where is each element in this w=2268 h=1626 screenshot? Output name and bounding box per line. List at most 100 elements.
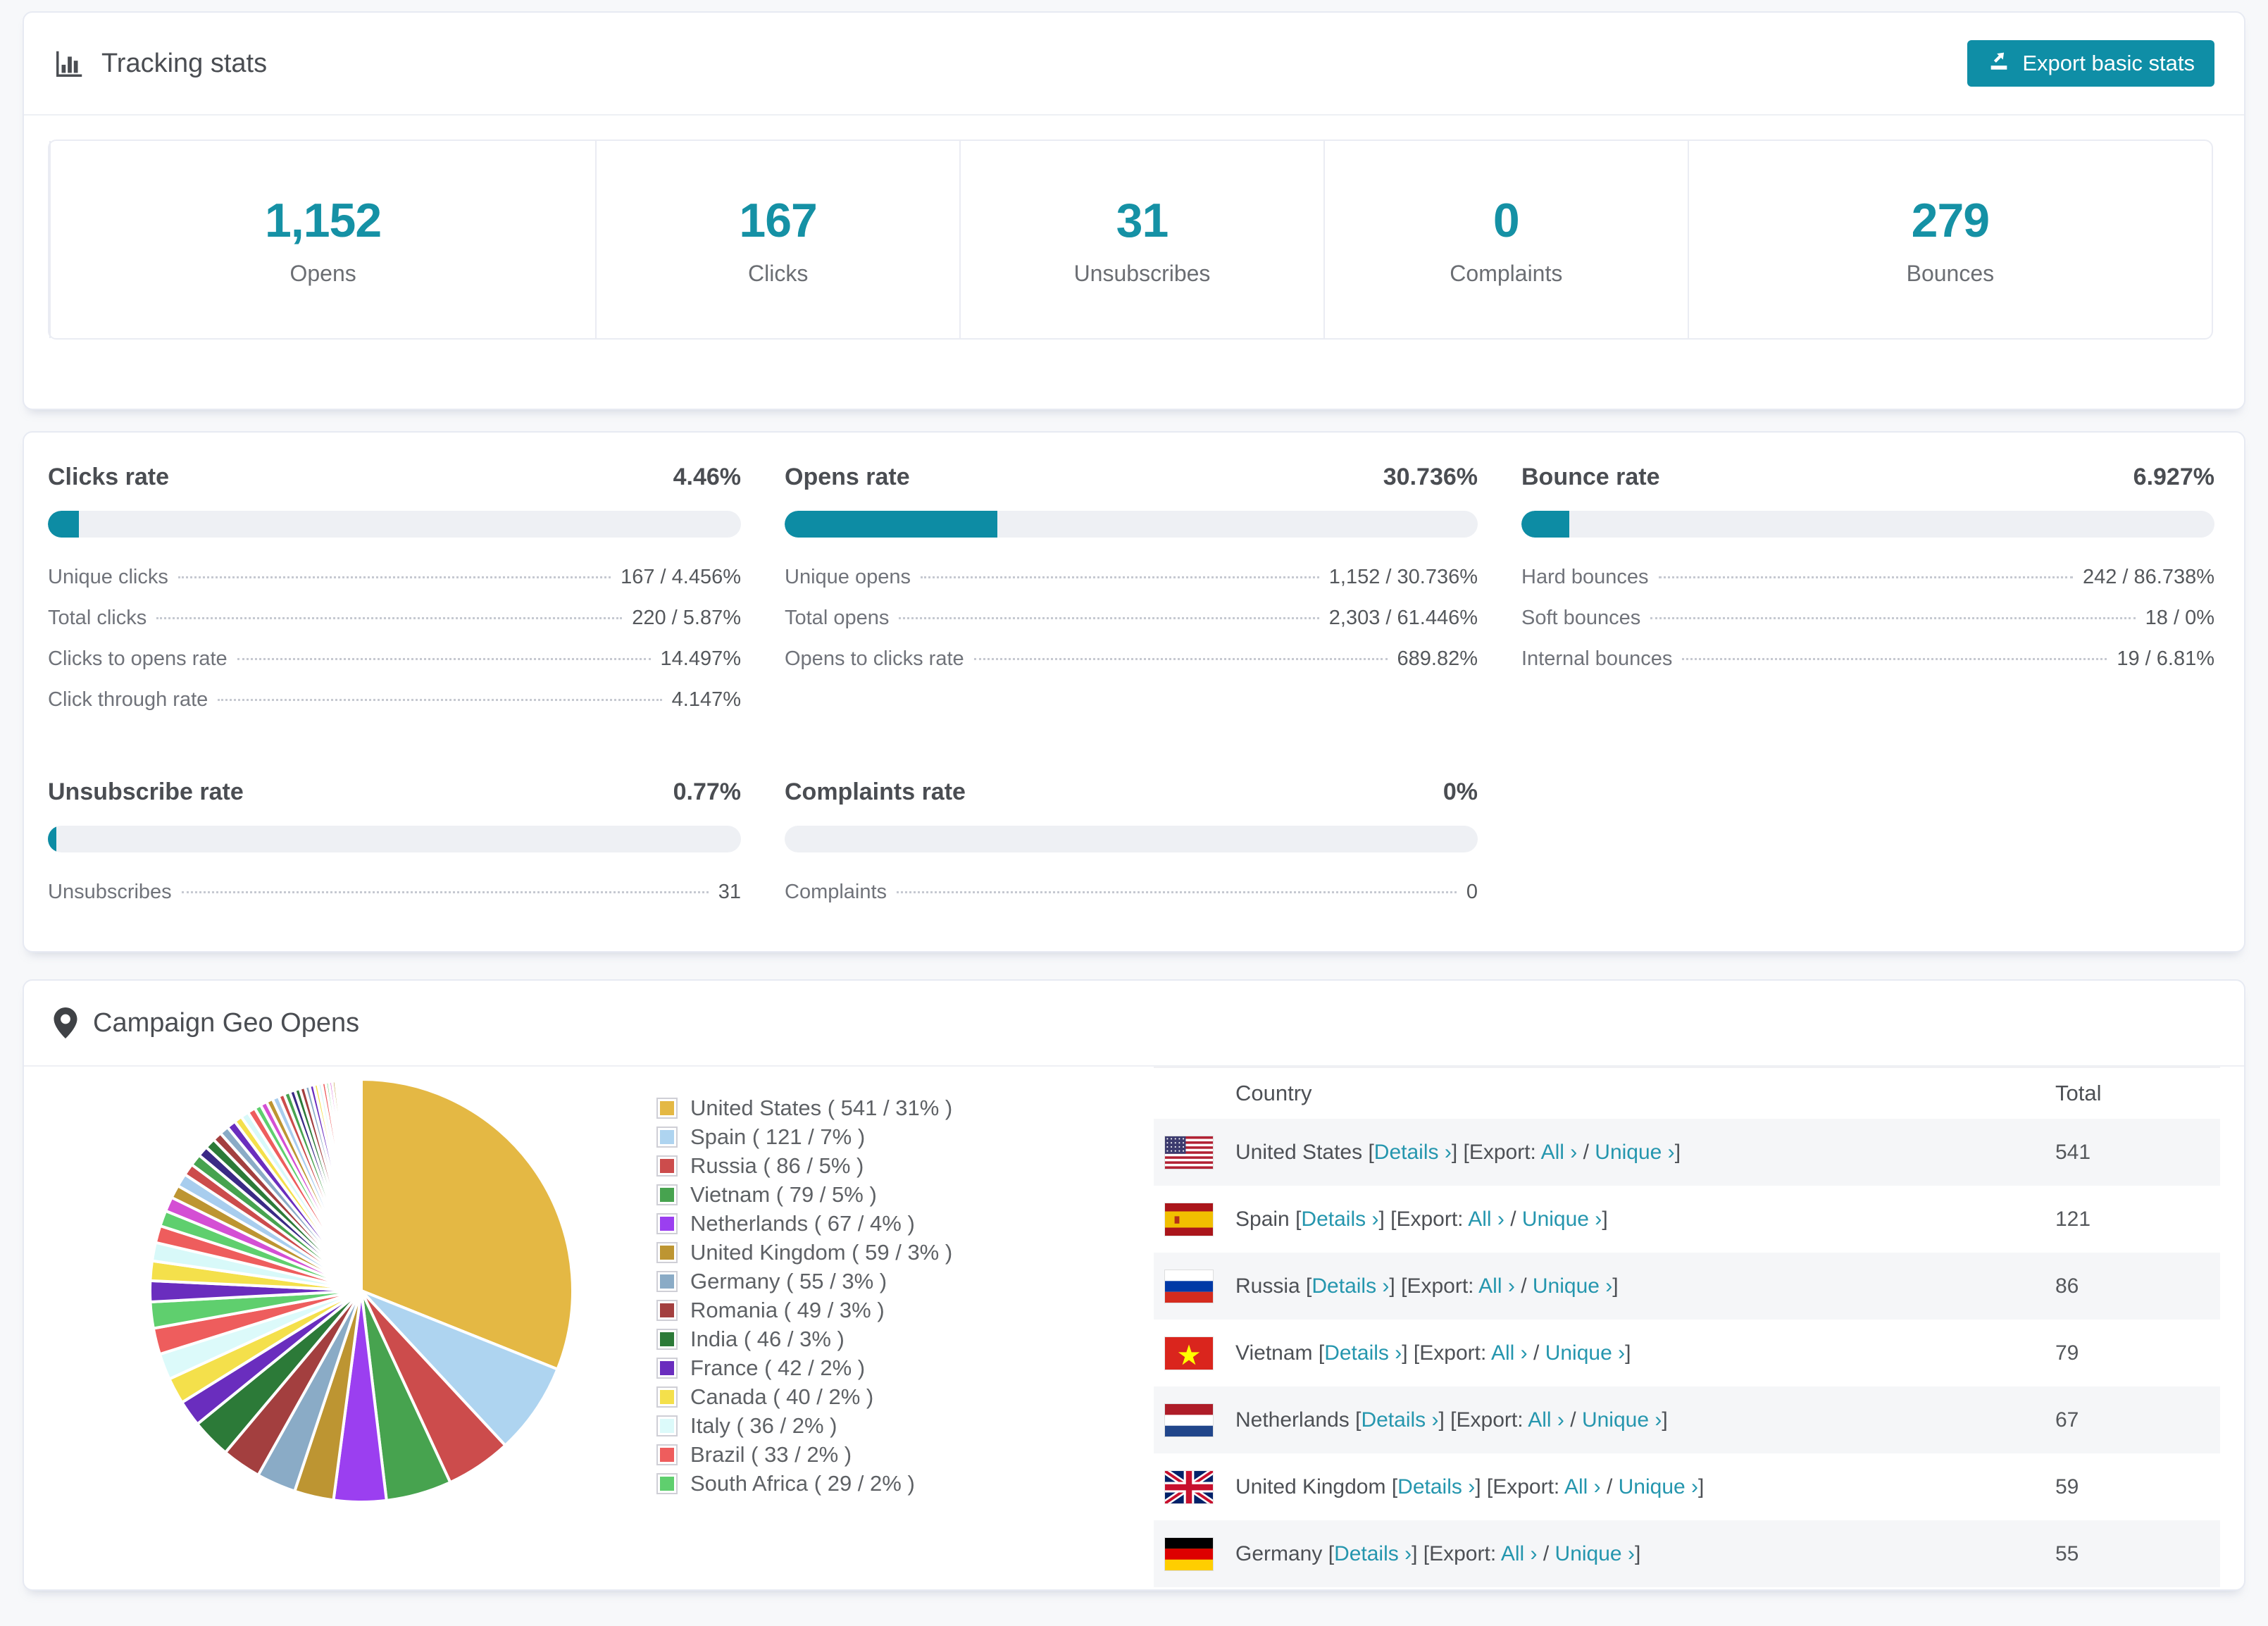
flag-es-icon xyxy=(1165,1203,1213,1236)
geo-header: Campaign Geo Opens xyxy=(24,981,2244,1067)
rate-detail-value: 242 / 86.738% xyxy=(2082,566,2214,588)
country-total: 55 xyxy=(2055,1541,2079,1565)
geo-opens-pie-chart[interactable] xyxy=(129,1058,594,1523)
legend-item[interactable]: United States ( 541 / 31% ) xyxy=(656,1093,952,1122)
stat-label: Clicks xyxy=(748,260,809,286)
legend-label: Spain ( 121 / 7% ) xyxy=(690,1124,866,1149)
details-link[interactable]: Details › xyxy=(1334,1542,1412,1565)
legend-item[interactable]: India ( 46 / 3% ) xyxy=(656,1324,952,1353)
legend-item[interactable]: South Africa ( 29 / 2% ) xyxy=(656,1469,952,1498)
legend-label: Vietnam ( 79 / 5% ) xyxy=(690,1181,877,1207)
dotted-leader xyxy=(920,576,1319,578)
rate-block: Opens rate 30.736% Unique opens 1,152 / … xyxy=(785,464,1478,729)
details-link[interactable]: Details › xyxy=(1361,1408,1438,1432)
export-all-link[interactable]: All › xyxy=(1468,1208,1504,1231)
rate-progress-bar xyxy=(785,826,1478,852)
rate-progress-bar xyxy=(48,511,741,538)
geo-content: United States ( 541 / 31% ) Spain ( 121 … xyxy=(24,1067,2244,1589)
stat-label: Opens xyxy=(289,260,356,286)
rate-detail-value: 18 / 0% xyxy=(2145,607,2214,629)
legend-item[interactable]: Netherlands ( 67 / 4% ) xyxy=(656,1209,952,1238)
details-link[interactable]: Details › xyxy=(1301,1208,1378,1231)
rate-block: Bounce rate 6.927% Hard bounces 242 / 86… xyxy=(1521,464,2214,729)
dotted-leader xyxy=(1682,658,2107,660)
column-header-total: Total xyxy=(2055,1081,2102,1105)
export-all-link[interactable]: All › xyxy=(1528,1408,1564,1432)
legend-item[interactable]: Canada ( 40 / 2% ) xyxy=(656,1382,952,1411)
legend-item[interactable]: Russia ( 86 / 5% ) xyxy=(656,1151,952,1180)
legend-color-marker xyxy=(656,1097,678,1119)
legend-color-marker xyxy=(656,1444,678,1465)
details-link[interactable]: Details › xyxy=(1311,1274,1389,1298)
details-link[interactable]: Details › xyxy=(1374,1141,1452,1164)
export-basic-stats-button[interactable]: Export basic stats xyxy=(1967,40,2214,87)
export-all-link[interactable]: All › xyxy=(1491,1341,1528,1365)
details-link[interactable]: Details › xyxy=(1324,1341,1402,1365)
geo-title: Campaign Geo Opens xyxy=(54,1007,359,1038)
export-icon xyxy=(1987,49,2011,78)
stat-label: Complaints xyxy=(1450,260,1563,286)
rate-detail-value: 0 xyxy=(1466,881,1478,903)
export-unique-link[interactable]: Unique › xyxy=(1582,1408,1662,1432)
export-unique-link[interactable]: Unique › xyxy=(1555,1542,1635,1565)
details-link[interactable]: Details › xyxy=(1397,1475,1475,1498)
stats-summary-box: 1,152 Opens 167 Clicks 31 Unsubscribes 0… xyxy=(48,139,2213,340)
legend-item[interactable]: France ( 42 / 2% ) xyxy=(656,1353,952,1382)
export-all-link[interactable]: All › xyxy=(1478,1274,1515,1298)
rate-detail-rows: Complaints 0 xyxy=(785,881,1478,921)
rate-title: Clicks rate xyxy=(48,464,169,490)
rate-value: 0.77% xyxy=(673,778,741,805)
legend-label: France ( 42 / 2% ) xyxy=(690,1355,866,1380)
dotted-leader xyxy=(181,891,709,893)
legend-label: Germany ( 55 / 3% ) xyxy=(690,1268,887,1293)
stat-value: 279 xyxy=(1911,193,1990,247)
flag-vn-icon xyxy=(1165,1336,1213,1370)
export-unique-link[interactable]: Unique › xyxy=(1595,1141,1674,1164)
export-unique-link[interactable]: Unique › xyxy=(1545,1341,1625,1365)
stat-label: Bounces xyxy=(1906,260,1995,286)
rate-block: Clicks rate 4.46% Unique clicks 167 / 4.… xyxy=(48,464,741,729)
rate-title: Bounce rate xyxy=(1521,464,1660,490)
legend-item[interactable]: Brazil ( 33 / 2% ) xyxy=(656,1440,952,1469)
export-unique-link[interactable]: Unique › xyxy=(1522,1208,1602,1231)
legend-item[interactable]: Germany ( 55 / 3% ) xyxy=(656,1267,952,1296)
legend-color-marker xyxy=(656,1155,678,1177)
rate-detail-label: Unsubscribes xyxy=(48,881,172,903)
legend-item[interactable]: United Kingdom ( 59 / 3% ) xyxy=(656,1238,952,1267)
legend-color-marker xyxy=(656,1415,678,1436)
dotted-leader xyxy=(218,699,662,701)
stat-cell: 31 Unsubscribes xyxy=(959,141,1323,338)
rate-detail-row: Clicks to opens rate 14.497% xyxy=(48,647,741,688)
stat-cell: 0 Complaints xyxy=(1323,141,1688,338)
legend-item[interactable]: Vietnam ( 79 / 5% ) xyxy=(656,1180,952,1209)
rate-title: Complaints rate xyxy=(785,778,966,805)
tracking-stats-header: Tracking stats Export basic stats xyxy=(24,13,2244,116)
table-row: United States [Details ›] [Export: All ›… xyxy=(1154,1119,2220,1186)
legend-item[interactable]: Italy ( 36 / 2% ) xyxy=(656,1411,952,1440)
country-name: Netherlands xyxy=(1235,1408,1350,1432)
rate-progress-bar xyxy=(1521,511,2214,538)
export-unique-link[interactable]: Unique › xyxy=(1619,1475,1698,1498)
export-all-link[interactable]: All › xyxy=(1501,1542,1538,1565)
dotted-leader xyxy=(973,658,1388,660)
legend-item[interactable]: Romania ( 49 / 3% ) xyxy=(656,1296,952,1324)
country-total: 67 xyxy=(2055,1408,2079,1432)
rate-detail-row: Unsubscribes 31 xyxy=(48,881,741,921)
legend-color-marker xyxy=(656,1472,678,1494)
stat-value: 0 xyxy=(1493,193,1520,247)
export-unique-link[interactable]: Unique › xyxy=(1533,1274,1612,1298)
export-all-link[interactable]: All › xyxy=(1541,1141,1578,1164)
dotted-leader xyxy=(177,576,611,578)
legend-item[interactable]: Spain ( 121 / 7% ) xyxy=(656,1122,952,1151)
rate-detail-label: Click through rate xyxy=(48,688,208,711)
rate-block: Complaints rate 0% Complaints 0 xyxy=(785,778,1478,921)
flag-ru-icon xyxy=(1165,1270,1213,1303)
export-all-link[interactable]: All › xyxy=(1564,1475,1601,1498)
stat-cell: 167 Clicks xyxy=(595,141,959,338)
country-name: Spain xyxy=(1235,1207,1290,1231)
stat-cell: 1,152 Opens xyxy=(49,141,595,338)
legend-color-marker xyxy=(656,1184,678,1205)
rate-detail-value: 4.147% xyxy=(671,688,741,711)
rate-detail-value: 19 / 6.81% xyxy=(2117,647,2214,670)
tracking-stats-title: Tracking stats xyxy=(54,47,267,80)
